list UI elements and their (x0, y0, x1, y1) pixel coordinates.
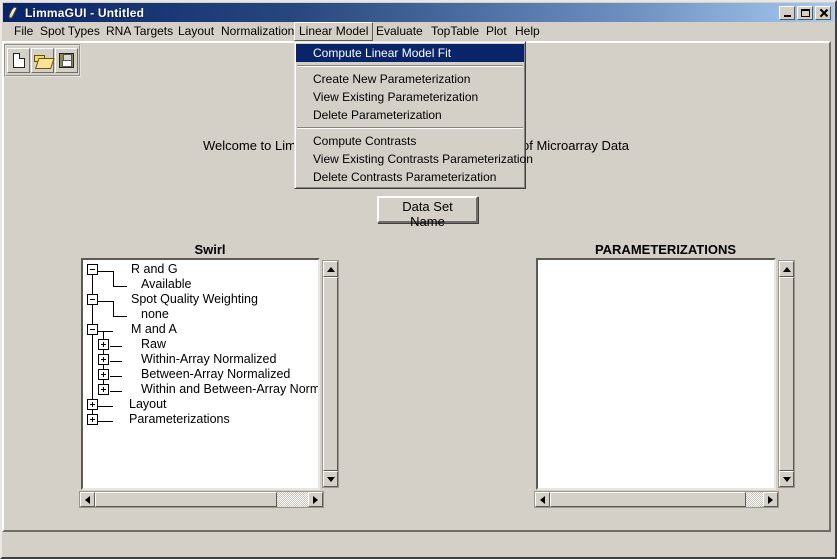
menu-help[interactable]: Help (511, 22, 544, 41)
collapse-minus-icon[interactable] (87, 264, 98, 275)
menu-item-compute-contrasts[interactable]: Compute Contrasts (296, 132, 524, 150)
arrow-right-icon (313, 496, 318, 504)
menu-item-delete-contrasts-parameterization[interactable]: Delete Contrasts Parameterization (296, 168, 524, 186)
tree-node-m-and-a[interactable]: M and A (83, 322, 318, 337)
dataset-tree-listbox[interactable]: R and G Available Spot Quality Weighting… (81, 258, 320, 490)
menu-item-compute-linear-model-fit[interactable]: Compute Linear Model Fit (296, 44, 524, 62)
menu-linear-model-label: Linear Model (299, 24, 368, 38)
save-floppy-icon (59, 53, 74, 68)
scrollbar-thumb[interactable] (779, 277, 794, 471)
menu-normalization[interactable]: Normalization (217, 22, 298, 41)
scroll-left-button[interactable] (80, 492, 95, 507)
scroll-up-button[interactable] (323, 261, 338, 277)
menubar: File Spot Types RNA Targets Layout Norma… (3, 22, 834, 41)
app-feather-icon (6, 5, 20, 20)
tree-node-within-and-between-array-norm[interactable]: Within and Between-Array Norm (83, 382, 318, 397)
new-document-icon (13, 53, 25, 68)
menu-item-view-existing-parameterization[interactable]: View Existing Parameterization (296, 88, 524, 106)
menu-spot-types[interactable]: Spot Types (36, 22, 104, 41)
scrollbar-track[interactable] (746, 492, 763, 507)
tree-node-within-array-normalized[interactable]: Within-Array Normalized (83, 352, 318, 367)
arrow-right-icon (768, 496, 773, 504)
linear-model-dropdown: Compute Linear Model Fit Create New Para… (294, 41, 526, 189)
collapse-minus-icon[interactable] (87, 294, 98, 305)
titlebar[interactable]: LimmaGUI - Untitled (3, 3, 834, 22)
parameterizations-vertical-scrollbar[interactable] (778, 260, 795, 488)
tree-horizontal-scrollbar[interactable] (79, 491, 324, 508)
window-controls (779, 6, 831, 20)
scroll-right-button[interactable] (308, 492, 323, 507)
tree-node-spot-quality-weighting[interactable]: Spot Quality Weighting (83, 292, 318, 307)
tree-vertical-scrollbar[interactable] (322, 260, 339, 488)
menu-file[interactable]: File (10, 22, 37, 41)
arrow-down-icon (327, 477, 335, 482)
tree-node-layout[interactable]: Layout (83, 397, 318, 412)
scroll-right-button[interactable] (763, 492, 778, 507)
minimize-icon (784, 15, 791, 17)
data-set-name-button[interactable]: Data Set Name (377, 196, 478, 223)
tree-node-raw[interactable]: Raw (83, 337, 318, 352)
scrollbar-thumb[interactable] (323, 277, 338, 471)
menu-linear-model[interactable]: Linear Model Compute Linear Model Fit Cr… (294, 22, 373, 41)
parameterizations-horizontal-scrollbar[interactable] (534, 491, 779, 508)
expand-plus-icon[interactable] (98, 384, 109, 395)
tree-node-available[interactable]: Available (83, 277, 318, 292)
arrow-left-icon (540, 496, 545, 504)
window-title: LimmaGUI - Untitled (25, 6, 779, 20)
tree-rows: R and G Available Spot Quality Weighting… (83, 262, 318, 427)
close-icon (819, 9, 827, 17)
menu-plot[interactable]: Plot (482, 22, 511, 41)
menu-layout[interactable]: Layout (174, 22, 218, 41)
expand-plus-icon[interactable] (87, 399, 98, 410)
menu-rna-targets[interactable]: RNA Targets (102, 22, 177, 41)
tree-node-r-and-g[interactable]: R and G (83, 262, 318, 277)
expand-plus-icon[interactable] (98, 369, 109, 380)
scroll-down-button[interactable] (779, 471, 794, 487)
collapse-minus-icon[interactable] (87, 324, 98, 335)
menu-item-create-new-parameterization[interactable]: Create New Parameterization (296, 70, 524, 88)
right-panel-title: PARAMETERIZATIONS (536, 242, 795, 258)
welcome-text-left: Welcome to Lim (203, 138, 296, 153)
menu-separator (297, 65, 523, 67)
toolbar (4, 44, 81, 77)
scrollbar-thumb[interactable] (95, 492, 277, 507)
menu-item-delete-parameterization[interactable]: Delete Parameterization (296, 106, 524, 124)
menu-separator (297, 127, 523, 129)
close-button[interactable] (815, 6, 831, 20)
expand-plus-icon[interactable] (87, 414, 98, 425)
scroll-left-button[interactable] (535, 492, 550, 507)
minimize-button[interactable] (779, 6, 795, 20)
scrollbar-thumb[interactable] (550, 492, 746, 507)
new-file-button[interactable] (7, 48, 30, 73)
tree-node-between-array-normalized[interactable]: Between-Array Normalized (83, 367, 318, 382)
welcome-text-right: of Microarray Data (522, 138, 629, 153)
menu-toptable[interactable]: TopTable (427, 22, 483, 41)
scroll-down-button[interactable] (323, 471, 338, 487)
expand-plus-icon[interactable] (98, 354, 109, 365)
save-file-button[interactable] (55, 48, 78, 73)
parameterizations-listbox[interactable] (536, 258, 776, 490)
scroll-up-button[interactable] (779, 261, 794, 277)
maximize-button[interactable] (797, 6, 813, 20)
arrow-up-icon (783, 267, 791, 272)
app-window: LimmaGUI - Untitled File Spot Types RNA … (0, 0, 837, 559)
arrow-down-icon (783, 477, 791, 482)
tree-node-none[interactable]: none (83, 307, 318, 322)
maximize-icon (801, 9, 810, 17)
tree-node-parameterizations[interactable]: Parameterizations (83, 412, 318, 427)
arrow-left-icon (85, 496, 90, 504)
scrollbar-track[interactable] (277, 492, 308, 507)
expand-plus-icon[interactable] (98, 339, 109, 350)
left-panel-title: Swirl (81, 242, 339, 258)
menu-item-view-existing-contrasts-parameterization[interactable]: View Existing Contrasts Parameterization (296, 150, 524, 168)
open-file-button[interactable] (31, 48, 54, 73)
menu-evaluate[interactable]: Evaluate (372, 22, 427, 41)
arrow-up-icon (327, 267, 335, 272)
open-folder-icon (34, 54, 52, 68)
